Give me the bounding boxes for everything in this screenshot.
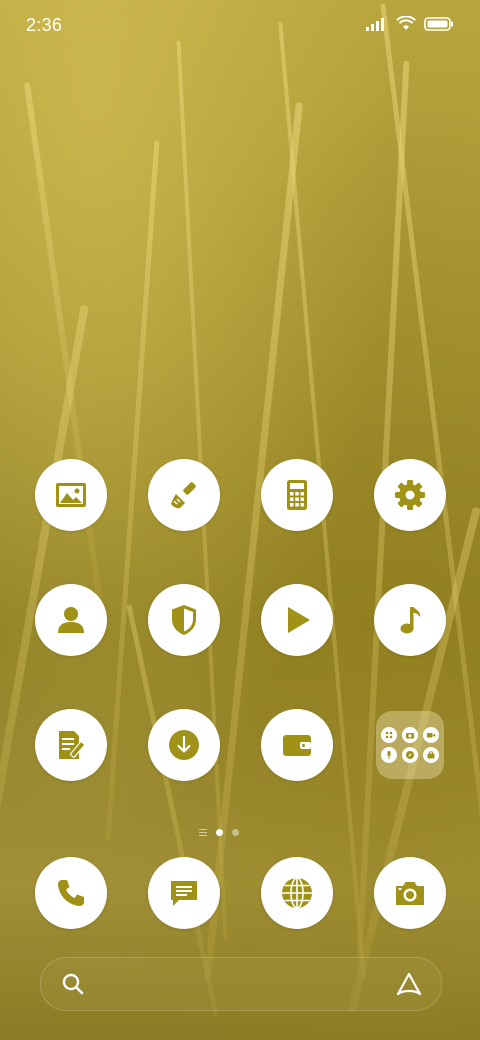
- app-gallery[interactable]: [35, 459, 107, 531]
- app-downloads[interactable]: [148, 709, 220, 781]
- app-contacts[interactable]: [35, 584, 107, 656]
- clock: 2:36: [26, 15, 63, 35]
- feed-page-indicator[interactable]: [199, 829, 207, 836]
- message-icon: [171, 881, 197, 906]
- app-wallet[interactable]: [261, 709, 333, 781]
- dock-phone[interactable]: [35, 857, 107, 929]
- mic-icon: [381, 747, 397, 763]
- dock-messages[interactable]: [148, 857, 220, 929]
- note-edit-icon: [59, 731, 86, 759]
- play-icon: [288, 607, 310, 633]
- camera-icon: [396, 882, 424, 905]
- wallet-icon: [283, 735, 311, 756]
- grid-icon: [381, 727, 397, 743]
- dock-camera[interactable]: [374, 857, 446, 929]
- bag-icon: [423, 747, 439, 763]
- image-icon: [56, 483, 86, 507]
- search-bar[interactable]: [40, 957, 442, 1011]
- app-calculator[interactable]: [261, 459, 333, 531]
- wifi-icon: [396, 16, 416, 30]
- app-play-store[interactable]: [261, 584, 333, 656]
- person-icon: [58, 607, 84, 633]
- compass-icon: [402, 747, 418, 763]
- app-folder[interactable]: [376, 711, 444, 779]
- app-security[interactable]: [148, 584, 220, 656]
- app-notes[interactable]: [35, 709, 107, 781]
- app-themes[interactable]: [148, 459, 220, 531]
- dock-browser[interactable]: [261, 857, 333, 929]
- app-settings[interactable]: [374, 459, 446, 531]
- status-icons: [366, 16, 454, 31]
- page-dot[interactable]: [232, 829, 239, 836]
- camera-icon: [402, 727, 418, 743]
- signal-icon: [366, 17, 384, 31]
- calculator-icon: [287, 480, 307, 510]
- assistant-icon[interactable]: [395, 970, 423, 998]
- shield-icon: [172, 605, 196, 635]
- page-dot-active[interactable]: [216, 829, 223, 836]
- status-bar: 2:36: [0, 0, 480, 48]
- download-icon: [169, 730, 199, 760]
- music-note-icon: [400, 607, 421, 634]
- app-music[interactable]: [374, 584, 446, 656]
- phone-icon: [58, 880, 84, 906]
- battery-icon: [424, 16, 453, 31]
- video-icon: [423, 727, 439, 743]
- page-indicator[interactable]: [199, 829, 239, 836]
- globe-icon: [282, 877, 312, 909]
- paintbrush-icon: [171, 482, 196, 509]
- search-icon[interactable]: [61, 972, 85, 996]
- gear-icon: [395, 480, 425, 510]
